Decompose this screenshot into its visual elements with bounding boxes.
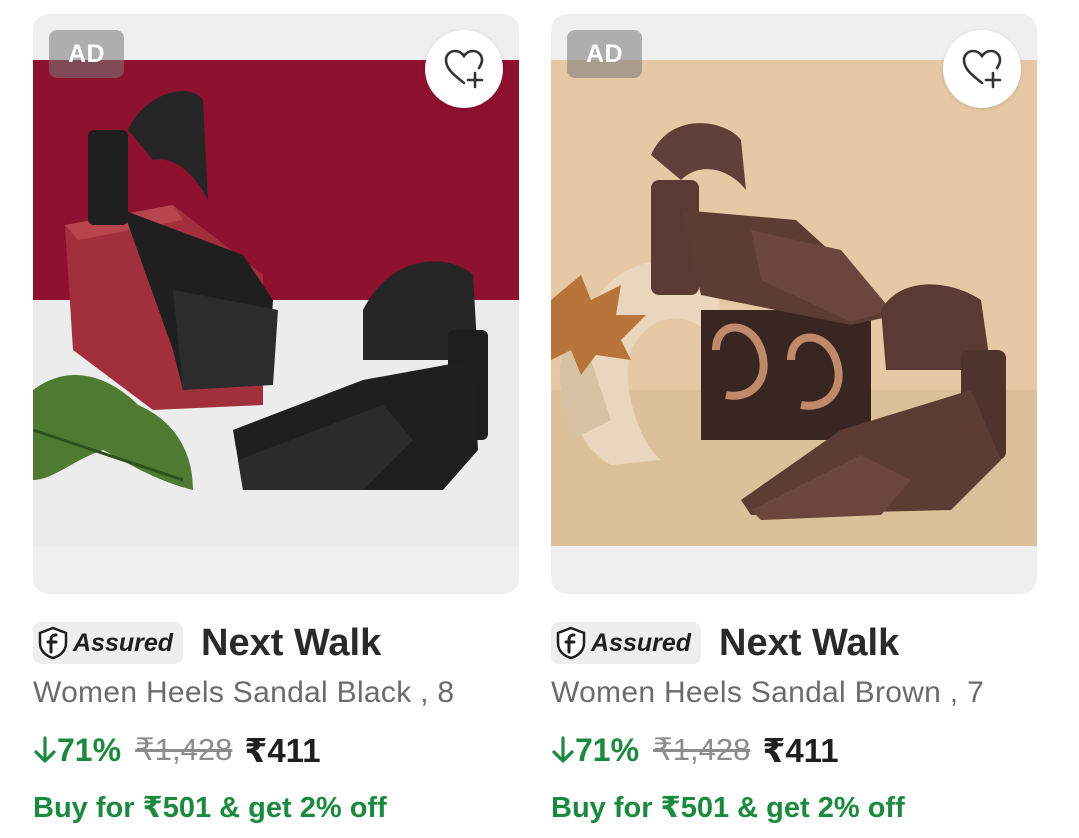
selling-price: ₹411 (244, 731, 321, 769)
product-grid: AD Assured Next Walk Women Heels Sandal … (0, 0, 1079, 838)
discount-value: 71% (57, 731, 122, 768)
price-row: 71% ₹1,428 ₹411 (551, 728, 839, 772)
assured-badge: Assured (33, 622, 184, 664)
assured-label: Assured (591, 628, 692, 657)
ad-badge: AD (567, 30, 642, 78)
product-image-container[interactable]: AD (551, 14, 1037, 594)
selling-price: ₹411 (762, 731, 839, 769)
offer-text: Buy for ₹501 & get 2% off (551, 792, 905, 824)
brand-name[interactable]: Next Walk (719, 622, 899, 665)
assured-label: Assured (73, 628, 174, 657)
assured-badge: Assured (551, 622, 702, 664)
flipkart-assured-icon (38, 626, 68, 660)
product-card[interactable]: AD Assured Next Walk Women Heels Sandal … (33, 0, 519, 838)
product-card[interactable]: AD Assured Next Walk Women Heels Sandal … (551, 0, 1037, 838)
product-image-container[interactable]: AD (33, 14, 519, 594)
product-image[interactable] (551, 60, 1037, 546)
product-image[interactable] (33, 60, 519, 546)
brand-name[interactable]: Next Walk (201, 622, 381, 665)
offer-text: Buy for ₹501 & get 2% off (33, 792, 387, 824)
arrow-down-icon (552, 736, 574, 763)
price-row: 71% ₹1,428 ₹411 (33, 728, 321, 772)
discount-percent: 71% (33, 732, 121, 769)
mrp-price: ₹1,428 (135, 732, 233, 767)
wishlist-button[interactable] (943, 30, 1021, 108)
flipkart-assured-icon (556, 626, 586, 660)
discount-percent: 71% (551, 732, 639, 769)
discount-value: 71% (575, 731, 640, 768)
product-title[interactable]: Women Heels Sandal Black , 8 (33, 676, 454, 710)
ad-badge: AD (49, 30, 124, 78)
brand-row: Assured Next Walk (551, 618, 899, 668)
heart-plus-icon (962, 49, 1002, 89)
brand-row: Assured Next Walk (33, 618, 381, 668)
mrp-price: ₹1,428 (653, 732, 751, 767)
product-title[interactable]: Women Heels Sandal Brown , 7 (551, 676, 984, 710)
wishlist-button[interactable] (425, 30, 503, 108)
heart-plus-icon (444, 49, 484, 89)
arrow-down-icon (34, 736, 56, 763)
